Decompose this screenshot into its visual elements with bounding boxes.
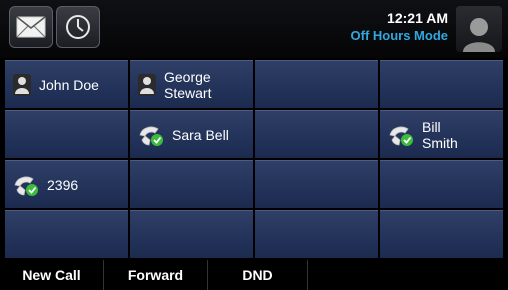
line-key-label-line2: Stewart [164, 84, 212, 101]
line-key-empty[interactable] [255, 110, 378, 158]
envelope-icon [16, 16, 46, 38]
line-key-empty[interactable] [5, 210, 128, 258]
line-key-2396[interactable]: 2396 [5, 160, 128, 208]
line-key-label: 2396 [47, 176, 79, 193]
line-key-john-doe[interactable]: John Doe [5, 60, 128, 108]
line-key-label: Sara Bell [172, 126, 229, 143]
line-key-empty[interactable] [380, 60, 503, 108]
softkey-bar: New Call Forward DND [0, 260, 508, 290]
forward-softkey[interactable]: Forward [104, 260, 208, 290]
phone-screen: 12:21 AM Off Hours Mode John Doe George … [0, 0, 508, 290]
line-key-label: John Doe [39, 76, 99, 93]
clock-time: 12:21 AM [387, 10, 448, 26]
line-key-empty[interactable] [255, 60, 378, 108]
mode-status: Off Hours Mode [350, 28, 449, 43]
line-key-bill-smith[interactable]: Bill Smith [380, 110, 503, 158]
line-key-empty[interactable] [255, 160, 378, 208]
line-key-empty[interactable] [380, 210, 503, 258]
contact-icon [13, 73, 31, 96]
dnd-softkey[interactable]: DND [208, 260, 308, 290]
handset-icon [389, 126, 413, 146]
line-key-label: George Stewart [164, 69, 211, 101]
call-history-button[interactable] [56, 6, 100, 48]
status-header: 12:21 AM Off Hours Mode [0, 0, 508, 58]
line-key-label: Bill Smith [422, 119, 458, 151]
new-call-softkey[interactable]: New Call [0, 260, 104, 290]
contact-icon [138, 73, 156, 96]
line-key-grid: John Doe George Stewart Sara Bell Bill S… [5, 60, 503, 258]
handset-icon [139, 126, 163, 146]
handset-icon [14, 176, 38, 196]
messages-button[interactable] [9, 6, 53, 48]
line-key-empty[interactable] [5, 110, 128, 158]
line-key-label-line2: Smith [422, 134, 458, 151]
user-avatar[interactable] [456, 6, 502, 52]
line-key-empty[interactable] [130, 160, 253, 208]
line-key-label-line1: Bill [422, 118, 441, 135]
line-key-label-line1: George [164, 68, 211, 85]
softkey-empty [308, 260, 508, 290]
user-avatar-icon [463, 18, 495, 52]
line-key-empty[interactable] [380, 160, 503, 208]
clock-icon [66, 15, 90, 39]
line-key-empty[interactable] [130, 210, 253, 258]
line-key-george-stewart[interactable]: George Stewart [130, 60, 253, 108]
line-key-empty[interactable] [255, 210, 378, 258]
line-key-sara-bell[interactable]: Sara Bell [130, 110, 253, 158]
